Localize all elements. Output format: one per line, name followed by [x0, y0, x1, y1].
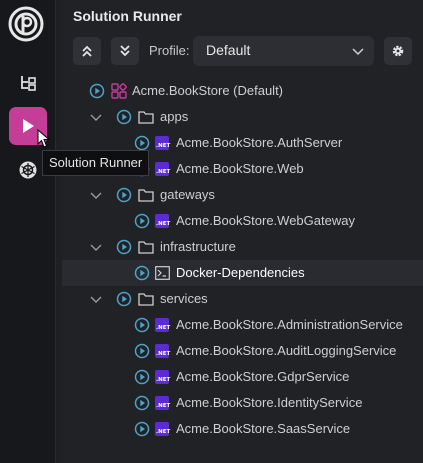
tree-row-folder-infrastructure[interactable]: infrastructure [62, 234, 423, 260]
play-circle-icon [134, 369, 150, 385]
kubernetes-helm-icon [19, 161, 37, 179]
terminal-icon [155, 260, 170, 286]
run-button[interactable] [116, 182, 132, 208]
gear-icon [392, 45, 404, 57]
project-label: Acme.BookStore.WebGateway [176, 213, 355, 228]
project-label: Acme.BookStore.AdministrationService [176, 317, 403, 332]
tree-row-project[interactable]: .NET Acme.BookStore.AdministrationServic… [62, 312, 423, 338]
play-circle-icon [116, 291, 132, 307]
run-button[interactable] [116, 234, 132, 260]
activity-bar [0, 0, 56, 463]
tree-row-project-selected[interactable]: Docker-Dependencies [62, 260, 423, 286]
folder-icon [138, 182, 154, 208]
play-circle-icon [116, 187, 132, 203]
run-button[interactable] [134, 416, 150, 442]
dotnet-icon: .NET [155, 390, 170, 416]
play-circle-icon [134, 213, 150, 229]
abp-logo-icon[interactable] [8, 6, 44, 42]
play-circle-icon [116, 239, 132, 255]
run-button[interactable] [134, 208, 150, 234]
play-circle-icon [134, 135, 150, 151]
project-label: Acme.BookStore.AuditLoggingService [176, 343, 397, 358]
solution-label: Acme.BookStore (Default) [132, 83, 284, 98]
project-label: Acme.BookStore.IdentityService [176, 395, 363, 410]
run-button[interactable] [134, 338, 150, 364]
tree-row-solution[interactable]: Acme.BookStore (Default) [62, 78, 423, 104]
play-icon [23, 119, 34, 133]
play-circle-icon [134, 343, 150, 359]
run-button[interactable] [134, 312, 150, 338]
chevron-down-icon[interactable] [89, 104, 103, 130]
folder-label: gateways [160, 187, 215, 202]
folder-icon [138, 286, 154, 312]
chevrons-up-icon [82, 45, 92, 57]
tree-row-project[interactable]: .NET Acme.BookStore.IdentityService [62, 390, 423, 416]
dotnet-icon: .NET [155, 364, 170, 390]
folder-label: apps [160, 109, 189, 124]
run-button[interactable] [116, 286, 132, 312]
dotnet-icon: .NET [155, 416, 170, 442]
chevron-down-icon[interactable] [89, 234, 103, 260]
chevron-down-icon[interactable] [89, 182, 103, 208]
tree-view-icon [21, 76, 36, 91]
play-circle-icon [134, 317, 150, 333]
folder-icon [138, 234, 154, 260]
project-label: Acme.BookStore.Web [176, 161, 304, 176]
tree-row-folder-apps[interactable]: apps [62, 104, 423, 130]
dotnet-icon: .NET [155, 156, 170, 182]
explorer-button[interactable] [9, 64, 47, 102]
play-circle-icon [134, 395, 150, 411]
mouse-cursor-icon [37, 129, 51, 148]
chevron-down-icon[interactable] [89, 286, 103, 312]
dotnet-icon: .NET [155, 208, 170, 234]
project-label: Acme.BookStore.GdprService [176, 369, 350, 384]
play-circle-icon [134, 421, 150, 437]
project-label: Acme.BookStore.AuthServer [176, 135, 343, 150]
project-label: Acme.BookStore.SaasService [176, 421, 351, 436]
expand-all-button[interactable] [111, 37, 139, 65]
dotnet-icon: .NET [155, 130, 170, 156]
play-circle-icon [134, 265, 150, 281]
play-circle-icon [89, 83, 105, 99]
solution-runner-panel: Solution Runner Profile: Default Acme.Bo… [62, 0, 423, 463]
chevrons-down-icon [120, 45, 130, 57]
collapse-all-button[interactable] [73, 37, 101, 65]
run-button[interactable] [89, 78, 105, 104]
tree-row-project[interactable]: .NET Acme.BookStore.SaasService [62, 416, 423, 442]
tree-row-folder-services[interactable]: services [62, 286, 423, 312]
play-circle-icon [116, 109, 132, 125]
profile-select[interactable]: Default [193, 36, 374, 66]
solution-icon [111, 78, 127, 104]
run-button[interactable] [134, 364, 150, 390]
settings-button[interactable] [384, 37, 412, 65]
run-button[interactable] [116, 104, 132, 130]
chevron-down-icon [352, 48, 364, 56]
panel-title: Solution Runner [73, 8, 182, 24]
tree-row-folder-gateways[interactable]: gateways [62, 182, 423, 208]
folder-label: services [160, 291, 208, 306]
folder-icon [138, 104, 154, 130]
dotnet-icon: .NET [155, 338, 170, 364]
project-label: Docker-Dependencies [176, 265, 305, 280]
run-button[interactable] [134, 390, 150, 416]
tree-row-project[interactable]: .NET Acme.BookStore.WebGateway [62, 208, 423, 234]
dotnet-icon: .NET [155, 312, 170, 338]
tree-row-project[interactable]: .NET Acme.BookStore.GdprService [62, 364, 423, 390]
profile-value: Default [206, 42, 251, 58]
profile-label: Profile: [149, 43, 190, 58]
tooltip: Solution Runner [42, 150, 150, 176]
tree-row-project[interactable]: .NET Acme.BookStore.AuditLoggingService [62, 338, 423, 364]
run-button[interactable] [134, 260, 150, 286]
folder-label: infrastructure [160, 239, 236, 254]
